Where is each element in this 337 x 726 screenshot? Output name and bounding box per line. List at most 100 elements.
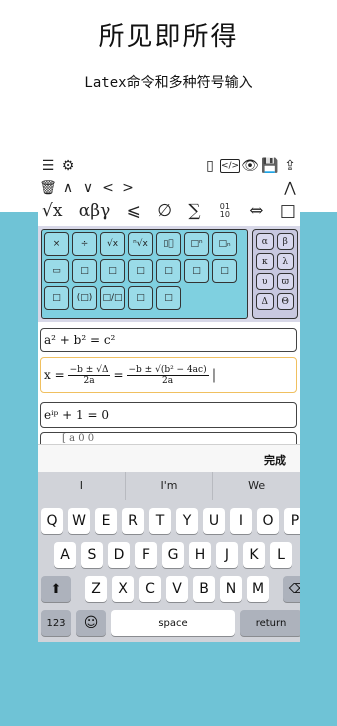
fraction-key[interactable]: □/□ [100,286,125,310]
greek-key-lambda[interactable]: λ [276,253,294,270]
system-keyboard: I I'm We Q W E R T Y U I O P A S D F G H… [38,472,300,642]
key-row-1: Q W E R T Y U I O P [41,508,300,534]
key-row-3: ⬆ Z X C V B N M ⌫ [41,576,300,602]
backspace-key[interactable]: ⌫ [283,576,300,602]
collapse-icon[interactable]: ⋀ [280,179,300,197]
key-a[interactable]: A [54,542,76,568]
emoji-key[interactable]: ☺ [76,610,106,636]
space-key[interactable]: space [111,610,235,636]
key-row-2: A S D F G H J K L [54,542,292,568]
template-key[interactable]: □ [156,286,181,310]
menu-icon[interactable]: ☰ [38,157,58,175]
app-screen: ☰ ⚙ ▯ </> 👁 💾 ⇪ 🗑 ∧ ∨ < > ⋀ √x αβγ ⩽ ∅ ∑… [38,152,300,642]
key-n[interactable]: N [220,576,242,602]
superscript-key[interactable]: □ⁿ [184,232,209,256]
key-o[interactable]: O [257,508,279,534]
greek-key-beta[interactable]: β [276,233,294,250]
greek-category-icon[interactable]: αβγ [79,201,110,221]
suggestion-bar: I I'm We [38,472,300,500]
key-b[interactable]: B [193,576,215,602]
template-grid: × ÷ √x ⁿ√x ▯⃞ □ⁿ □ₙ ▭ □ □ □ □ □ □ □ (□) … [41,229,248,319]
key-q[interactable]: Q [41,508,63,534]
symbol-category-bar: √x αβγ ⩽ ∅ ∑ 01 10 ⇔ □ [38,198,300,224]
code-icon[interactable]: </> [220,159,240,173]
key-s[interactable]: S [81,542,103,568]
key-r[interactable]: R [122,508,144,534]
gear-icon[interactable]: ⚙ [58,157,78,175]
share-icon[interactable]: ⇪ [280,157,300,175]
key-v[interactable]: V [166,576,188,602]
numbers-key[interactable]: 123 [41,610,71,636]
arrow-category-icon[interactable]: ⇔ [249,201,263,221]
relation-category-icon[interactable]: ⩽ [127,201,141,221]
key-h[interactable]: H [189,542,211,568]
formula-line-2[interactable]: x = −b ± √Δ 2a = −b ± √(b² − 4ac) 2a | [40,357,297,393]
key-t[interactable]: T [149,508,171,534]
greek-key-alpha[interactable]: α [256,233,274,250]
template-key[interactable]: □ [44,286,69,310]
return-key[interactable]: return [240,610,300,636]
matrix-category-icon[interactable]: 01 10 [217,203,233,219]
chevron-down-icon[interactable]: ∨ [78,179,98,197]
preview-icon[interactable]: 👁 [240,157,260,175]
key-i[interactable]: I [230,508,252,534]
key-g[interactable]: G [162,542,184,568]
key-x[interactable]: X [112,576,134,602]
key-w[interactable]: W [68,508,90,534]
key-m[interactable]: M [247,576,269,602]
done-button[interactable]: 完成 [264,452,286,468]
template-key[interactable]: □ [128,286,153,310]
shift-key[interactable]: ⬆ [41,576,71,602]
greek-key-upsilon[interactable]: υ [256,273,274,290]
formula-line-1[interactable]: a² + b² = c² [40,328,297,352]
key-e[interactable]: E [95,508,117,534]
suggestion-item[interactable]: We [213,472,300,500]
greek-key-delta[interactable]: Δ [256,293,274,310]
template-key[interactable]: □ [212,259,237,283]
suggestion-item[interactable]: I [38,472,126,500]
greek-key-pi[interactable]: ϖ [276,273,294,290]
chevron-right-icon[interactable]: > [118,179,138,197]
formula-line-3[interactable]: eⁱᵖ + 1 = 0 [40,402,297,428]
key-j[interactable]: J [216,542,238,568]
subscript-key[interactable]: □ₙ [212,232,237,256]
key-u[interactable]: U [203,508,225,534]
set-category-icon[interactable]: ∅ [157,201,172,221]
key-l[interactable]: L [270,542,292,568]
template-key[interactable]: □ [72,259,97,283]
sqrt-key[interactable]: √x [100,232,125,256]
template-key[interactable]: □ [156,259,181,283]
key-row-4: 123 ☺ space return [41,610,300,636]
toolbar-row-1: ☰ ⚙ ▯ </> 👁 💾 ⇪ [38,156,300,176]
clipboard-icon[interactable]: ▯ [200,157,220,175]
template-key[interactable]: ▭ [44,259,69,283]
key-c[interactable]: C [139,576,161,602]
parentheses-key[interactable]: (□) [72,286,97,310]
box-key[interactable]: ▯⃞ [156,232,181,256]
key-k[interactable]: K [243,542,265,568]
box-category-icon[interactable]: □ [280,201,296,221]
sum-category-icon[interactable]: ∑ [188,201,200,221]
template-panel: × ÷ √x ⁿ√x ▯⃞ □ⁿ □ₙ ▭ □ □ □ □ □ □ □ (□) … [38,226,300,322]
trash-icon[interactable]: 🗑 [38,179,58,197]
template-key[interactable]: □ [100,259,125,283]
chevron-up-icon[interactable]: ∧ [58,179,78,197]
key-z[interactable]: Z [85,576,107,602]
divide-key[interactable]: ÷ [72,232,97,256]
greek-key-kappa[interactable]: κ [256,253,274,270]
chevron-left-icon[interactable]: < [98,179,118,197]
suggestion-item[interactable]: I'm [126,472,214,500]
sqrt-category-icon[interactable]: √x [42,201,62,221]
key-d[interactable]: D [108,542,130,568]
template-key[interactable]: □ [184,259,209,283]
key-p[interactable]: P [284,508,300,534]
template-key[interactable]: □ [128,259,153,283]
key-y[interactable]: Y [176,508,198,534]
nth-root-key[interactable]: ⁿ√x [128,232,153,256]
formula-equals: = [113,368,124,382]
page-subtitle: Latex命令和多种符号输入 [84,75,253,91]
times-key[interactable]: × [44,232,69,256]
greek-key-theta[interactable]: Θ [276,293,294,310]
save-icon[interactable]: 💾 [260,157,280,175]
key-f[interactable]: F [135,542,157,568]
